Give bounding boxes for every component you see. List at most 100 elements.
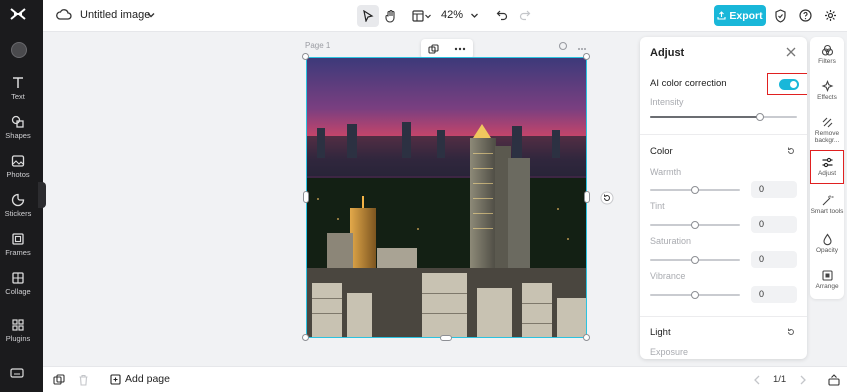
resize-handle-bottom-left[interactable] [302,334,309,341]
page-counter: 1/1 [773,374,787,385]
tool-opacity[interactable]: Opacity [810,233,844,254]
intensity-slider-knob[interactable] [756,113,764,121]
zoom-level[interactable]: 42% [441,9,463,21]
sidebar-item-photos[interactable]: Photos [0,154,36,179]
tool-remove-background[interactable]: Remove backgr... [810,116,844,144]
shield-icon[interactable] [774,9,787,23]
color-section-title: Color [650,146,673,157]
next-page-icon[interactable] [799,375,807,385]
sidebar-collapse-handle[interactable] [38,182,46,208]
redo-icon[interactable] [519,9,531,21]
page-more-icon[interactable] [577,47,587,51]
chevron-down-icon [425,14,431,19]
hand-icon [385,9,395,23]
sidebar-item-shapes[interactable]: Shapes [0,115,36,140]
saturation-label: Saturation [650,236,692,246]
export-button[interactable]: Export [714,5,766,26]
tool-arrange[interactable]: Arrange [810,269,844,290]
resize-handle-bottom-right[interactable] [583,334,590,341]
keyboard-icon[interactable] [10,367,24,379]
chevron-down-icon[interactable] [146,10,156,20]
sidebar-item-text[interactable]: Text [0,76,36,101]
sidebar-item-label: Collage [5,287,31,296]
page-label: Page 1 [305,41,331,50]
more-icon[interactable] [454,47,466,51]
highlight-box [810,150,844,184]
warmth-slider[interactable] [650,186,740,194]
sidebar-item-plugins[interactable]: Plugins [0,318,36,343]
tool-effects[interactable]: Effects [810,80,844,101]
capcut-logo [10,8,26,20]
upload-icon [717,11,726,20]
frames-icon [12,233,24,245]
close-icon[interactable] [785,46,797,58]
warmth-value-input[interactable]: 0 [751,181,797,198]
canvas-image[interactable] [306,57,587,338]
right-tool-rail: Filters Effects Remove backgr... Adjust … [810,37,844,299]
tool-smart-tools[interactable]: Smart tools [810,194,844,215]
left-sidebar: Text Shapes Photos Stickers Frames Colla… [0,0,46,392]
opacity-icon [822,233,832,246]
tint-value-input[interactable]: 0 [751,216,797,233]
sidebar-item-label: Stickers [4,209,32,218]
intensity-slider-fill [650,116,760,118]
add-page-button[interactable]: Add page [110,373,170,385]
document-title[interactable]: Untitled image [80,9,150,21]
tint-slider-knob[interactable] [691,221,699,229]
divider [640,316,807,317]
light-section-title: Light [650,327,671,338]
gear-icon[interactable] [824,9,837,22]
layout-tool-button[interactable] [407,5,437,27]
vibrance-slider-knob[interactable] [691,291,699,299]
duplicate-page-icon[interactable] [53,374,65,386]
layout-icon [412,10,424,22]
tint-label: Tint [650,201,665,211]
resize-handle-right[interactable] [584,191,590,203]
rotate-icon[interactable] [600,191,614,205]
page-duplicate-icon[interactable] [558,41,568,51]
vibrance-label: Vibrance [650,271,686,281]
reset-icon[interactable] [786,146,796,156]
avatar[interactable] [11,42,27,58]
sidebar-item-label: Shapes [5,131,31,140]
vibrance-value-input[interactable]: 0 [751,286,797,303]
saturation-slider[interactable] [650,256,740,264]
cloud-icon[interactable] [56,8,72,22]
resize-handle-top-right[interactable] [583,53,590,60]
resize-handle-left[interactable] [303,191,309,203]
collapse-pages-icon[interactable] [828,374,840,386]
intensity-slider[interactable] [650,113,797,121]
saturation-value-input[interactable]: 0 [751,251,797,268]
sidebar-item-label: Text [11,92,25,101]
resize-handle-bottom[interactable] [440,335,452,341]
zoom-chevron-down-icon[interactable] [470,11,479,20]
ai-color-correction-label: AI color correction [650,78,727,89]
help-icon[interactable] [799,9,812,22]
warmth-slider-knob[interactable] [691,186,699,194]
duplicate-icon[interactable] [428,43,439,55]
reset-icon[interactable] [786,327,796,337]
tint-slider[interactable] [650,221,740,229]
vibrance-slider[interactable] [650,291,740,299]
sidebar-item-label: Photos [6,170,30,179]
top-bar: Untitled image 42% Export [43,0,847,32]
previous-page-icon[interactable] [753,375,761,385]
text-icon [13,77,23,88]
smart-tools-icon [822,195,833,206]
city-night-photo [307,58,586,337]
stickers-icon [11,193,25,207]
saturation-slider-knob[interactable] [691,256,699,264]
plugins-icon [12,319,24,331]
trash-icon[interactable] [78,374,89,386]
tool-filters[interactable]: Filters [810,44,844,65]
resize-handle-top-left[interactable] [302,53,309,60]
effects-icon [821,80,833,92]
sidebar-item-stickers[interactable]: Stickers [0,193,36,218]
undo-icon[interactable] [496,9,508,21]
sidebar-item-collage[interactable]: Collage [0,271,36,296]
photos-icon [11,155,25,167]
sidebar-item-frames[interactable]: Frames [0,232,36,257]
hand-tool-button[interactable] [380,5,402,27]
panel-title: Adjust [650,47,685,59]
select-tool-button[interactable] [357,5,379,27]
